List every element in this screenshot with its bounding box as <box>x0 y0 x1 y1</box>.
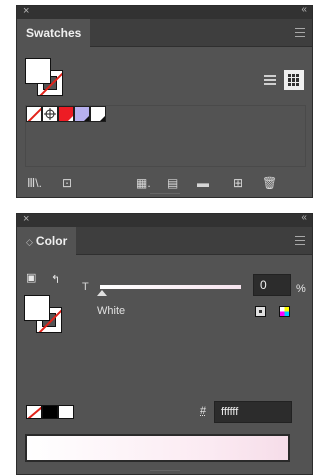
tint-label: T <box>82 281 89 293</box>
default-fill-stroke-icon[interactable]: ▣ <box>26 271 36 284</box>
none-swatch[interactable] <box>26 106 42 122</box>
swatch-list <box>25 105 306 167</box>
swatches-footer: Ⅲ\. ⊡ ▦. ▤ ▬ ⊞ 🗑 <box>17 169 312 197</box>
quick-color-swatches <box>26 405 74 419</box>
fill-swatch[interactable] <box>25 58 51 84</box>
collapse-icon[interactable]: ‹‹ <box>301 212 307 223</box>
swatch-libraries-icon[interactable]: Ⅲ\. <box>27 177 42 189</box>
hex-value-field[interactable]: ffffff <box>214 401 292 423</box>
show-kinds-icon[interactable]: ⊡ <box>62 177 72 189</box>
tab-color[interactable]: ◇ Color <box>17 227 77 255</box>
swatch-options-icon[interactable]: ▦. <box>136 177 151 189</box>
spectrum-mode-icon[interactable] <box>279 306 290 317</box>
swatches-titlebar[interactable]: × ‹‹ <box>17 4 312 19</box>
color-panel: × ‹‹ ◇ Color ▣ ↰ T 0 % White # ffffff <box>16 212 313 475</box>
red-swatch[interactable] <box>58 106 74 122</box>
collapse-icon[interactable]: ‹‹ <box>301 4 307 15</box>
white-swatch[interactable] <box>90 106 106 122</box>
fill-stroke-widget[interactable] <box>25 58 63 96</box>
hamburger-menu-icon[interactable] <box>295 28 305 40</box>
percent-label: % <box>296 283 306 295</box>
color-titlebar[interactable]: × ‹‹ <box>17 212 312 227</box>
tint-slider-thumb[interactable] <box>97 290 107 296</box>
resize-grip[interactable] <box>150 193 180 197</box>
tab-swatches[interactable]: Swatches <box>17 19 91 47</box>
swatch-row <box>26 106 106 122</box>
resize-grip[interactable] <box>150 470 180 474</box>
registration-swatch[interactable] <box>42 106 58 122</box>
view-toggle <box>260 70 304 90</box>
white-color-swatch[interactable] <box>58 405 74 419</box>
lilac-swatch[interactable] <box>74 106 90 122</box>
close-icon[interactable]: × <box>23 213 29 225</box>
swatches-tab-row: Swatches <box>17 19 312 47</box>
tint-value-field[interactable]: 0 <box>253 274 291 296</box>
color-tab-row: ◇ Color <box>17 227 312 255</box>
grid-view-icon[interactable] <box>284 70 304 90</box>
black-color-swatch[interactable] <box>42 405 58 419</box>
convert-to-cmyk-icon[interactable] <box>255 306 266 317</box>
trash-icon[interactable]: 🗑 <box>262 177 277 189</box>
color-group-icon[interactable]: ▤ <box>167 177 178 189</box>
fill-swatch[interactable] <box>24 295 50 321</box>
swatches-panel: × ‹‹ Swatches Ⅲ\. ⊡ ▦. ▤ ▬ ⊞ 🗑 <box>16 4 313 198</box>
close-icon[interactable]: × <box>23 5 29 17</box>
tint-slider-track[interactable] <box>100 285 241 289</box>
none-color-swatch[interactable] <box>26 405 42 419</box>
list-view-icon[interactable] <box>260 70 280 90</box>
hamburger-menu-icon[interactable] <box>295 236 305 248</box>
tab-options-arrow-icon[interactable]: ◇ <box>26 237 33 247</box>
new-group-icon[interactable]: ▬ <box>197 177 209 189</box>
color-spectrum-bar[interactable] <box>25 434 290 462</box>
tab-color-label: Color <box>35 234 68 248</box>
fill-stroke-widget[interactable] <box>24 295 62 333</box>
swap-fill-stroke-icon[interactable]: ↰ <box>51 273 60 286</box>
hex-label: # <box>200 405 207 417</box>
new-swatch-icon[interactable]: ⊞ <box>233 177 243 189</box>
color-name-label: White <box>97 305 126 317</box>
